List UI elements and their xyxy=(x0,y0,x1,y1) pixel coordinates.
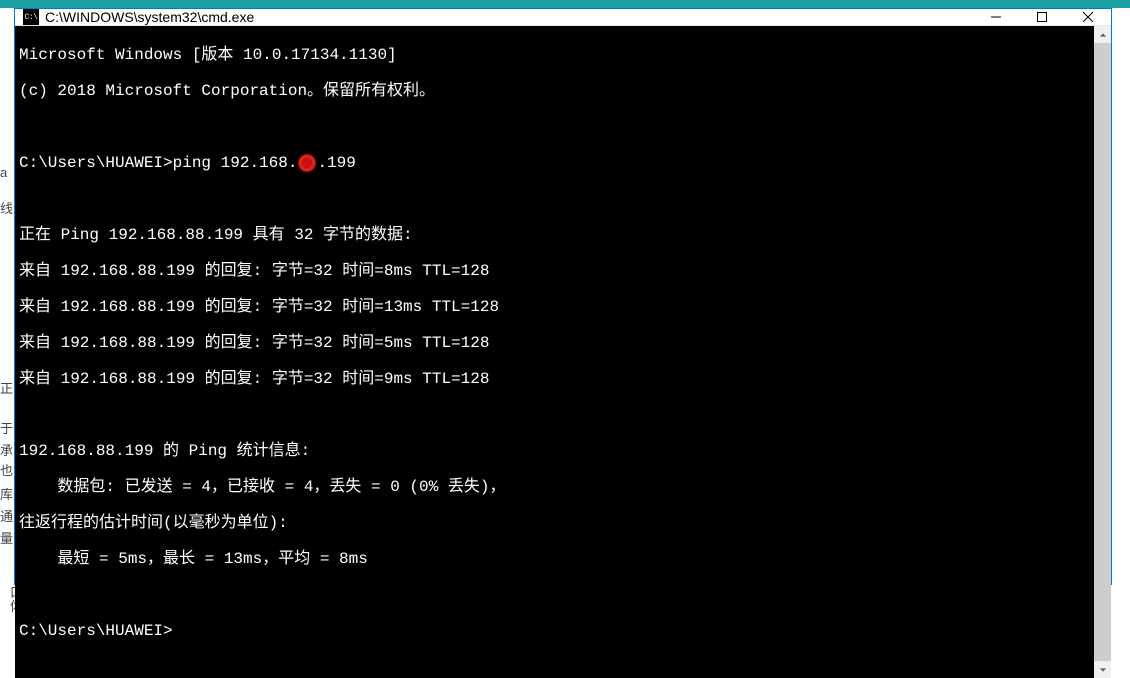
bg-char: 线 xyxy=(0,198,13,220)
console-line: 正在 Ping 192.168.88.199 具有 32 字节的数据: xyxy=(19,226,1090,244)
bg-char: 也 xyxy=(0,460,13,482)
window-controls xyxy=(973,9,1111,25)
window-title: C:\WINDOWS\system32\cmd.exe xyxy=(45,9,973,25)
console-line: 数据包: 已发送 = 4，已接收 = 4，丢失 = 0 (0% 丢失)， xyxy=(19,478,1090,496)
cmd-icon: C:\ xyxy=(23,9,39,25)
console-line xyxy=(19,190,1090,208)
console-line xyxy=(19,406,1090,424)
vertical-scrollbar[interactable] xyxy=(1094,26,1111,678)
close-button[interactable] xyxy=(1065,9,1111,25)
maximize-icon xyxy=(1037,12,1047,22)
scrollbar-down-button[interactable] xyxy=(1094,661,1111,678)
bg-char: 量 xyxy=(0,528,13,550)
console-prompt-line: C:\Users\HUAWEI> xyxy=(19,622,1090,640)
console-prompt-line: C:\Users\HUAWEI>ping 192.168. .199 xyxy=(19,154,1090,172)
console-output[interactable]: Microsoft Windows [版本 10.0.17134.1130] (… xyxy=(15,26,1094,678)
console-line: (c) 2018 Microsoft Corporation。保留所有权利。 xyxy=(19,82,1090,100)
console-line: 来自 192.168.88.199 的回复: 字节=32 时间=13ms TTL… xyxy=(19,298,1090,316)
bg-char: 库 xyxy=(0,484,13,506)
scrollbar-thumb[interactable] xyxy=(1094,43,1111,661)
console-line: Microsoft Windows [版本 10.0.17134.1130] xyxy=(19,46,1090,64)
prompt-text: .199 xyxy=(317,154,355,172)
console-line: 192.168.88.199 的 Ping 统计信息: xyxy=(19,442,1090,460)
top-accent-bar xyxy=(0,0,1130,8)
titlebar[interactable]: C:\ C:\WINDOWS\system32\cmd.exe xyxy=(15,9,1111,26)
scrollbar-track[interactable] xyxy=(1094,43,1111,661)
minimize-icon xyxy=(991,12,1001,22)
prompt-text: C:\Users\HUAWEI>ping 192.168. xyxy=(19,154,297,172)
bg-char: 承 xyxy=(0,440,13,462)
console-line xyxy=(19,586,1090,604)
bg-char: a xyxy=(0,162,7,184)
console-line: 来自 192.168.88.199 的回复: 字节=32 时间=8ms TTL=… xyxy=(19,262,1090,280)
chevron-up-icon xyxy=(1099,31,1107,39)
scrollbar-up-button[interactable] xyxy=(1094,26,1111,43)
console-line: 来自 192.168.88.199 的回复: 字节=32 时间=9ms TTL=… xyxy=(19,370,1090,388)
cmd-window: C:\ C:\WINDOWS\system32\cmd.exe Microsof… xyxy=(14,8,1112,585)
close-icon xyxy=(1083,12,1093,22)
bg-char: 通 xyxy=(0,506,13,528)
redaction-mark-icon xyxy=(298,154,316,172)
console-area: Microsoft Windows [版本 10.0.17134.1130] (… xyxy=(15,26,1111,678)
maximize-button[interactable] xyxy=(1019,9,1065,25)
console-line: 来自 192.168.88.199 的回复: 字节=32 时间=5ms TTL=… xyxy=(19,334,1090,352)
console-line xyxy=(19,118,1090,136)
bg-char: 正 xyxy=(0,378,13,400)
bg-char: 于 xyxy=(0,418,13,440)
console-line: 最短 = 5ms，最长 = 13ms，平均 = 8ms xyxy=(19,550,1090,568)
chevron-down-icon xyxy=(1099,666,1107,674)
minimize-button[interactable] xyxy=(973,9,1019,25)
console-line: 往返行程的估计时间(以毫秒为单位): xyxy=(19,514,1090,532)
